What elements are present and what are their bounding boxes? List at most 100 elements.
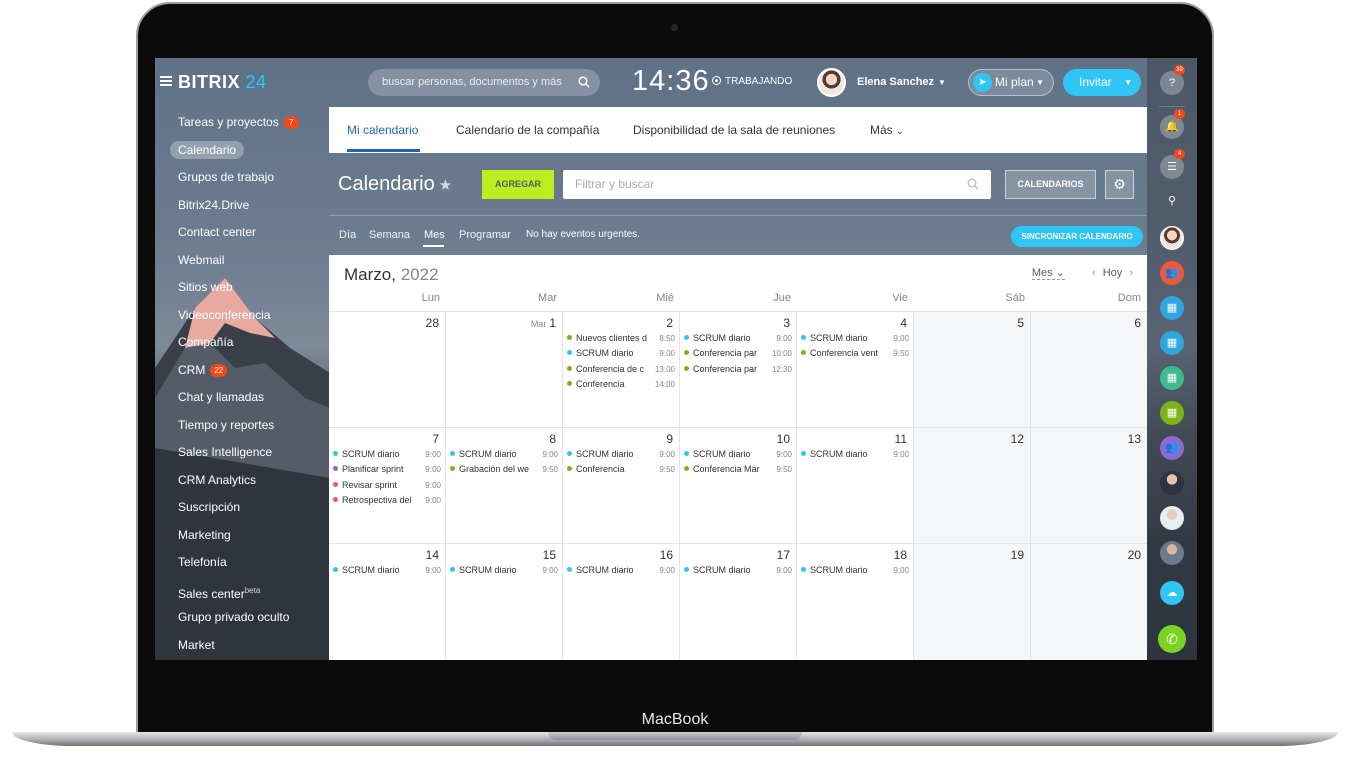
calendar-event[interactable]: SCRUM diario 9:00 (333, 563, 441, 578)
calendar-day[interactable]: 5 (914, 311, 1031, 427)
group-icon[interactable]: 👥 (1160, 261, 1184, 285)
calendar-day[interactable]: 10 SCRUM diario 9:00 Conferencia Mar 9:50 (680, 427, 797, 543)
sidebar-item[interactable]: Contact center (155, 219, 329, 247)
contact-avatar[interactable] (1160, 471, 1184, 495)
invite-button[interactable]: Invitar ▼ (1063, 69, 1141, 96)
sidebar-item[interactable]: Sales centerbeta (155, 577, 329, 605)
view-schedule[interactable]: Programar (459, 229, 511, 241)
today-button[interactable]: Hoy (1103, 267, 1123, 279)
sidebar-item[interactable]: Telefonía (155, 549, 329, 577)
calendar-event[interactable]: Retrospectiva del 9:00 (333, 493, 441, 508)
contact-avatar[interactable] (1160, 226, 1184, 250)
bell-icon[interactable]: 🔔 1 (1160, 109, 1185, 139)
sidebar-item[interactable]: Chat y llamadas (155, 384, 329, 412)
calendar-event[interactable]: Grabación del we 9:50 (450, 462, 558, 477)
tab-company-calendar[interactable]: Calendario de la compañía (456, 123, 599, 137)
contact-avatar[interactable] (1160, 541, 1184, 565)
tab-meeting-rooms[interactable]: Disponibilidad de la sala de reuniones (633, 123, 835, 137)
view-week[interactable]: Semana (369, 229, 410, 241)
user-avatar[interactable] (817, 68, 846, 97)
calendar-day[interactable]: 17 SCRUM diario 9:00 (680, 543, 797, 660)
calendar-event[interactable]: SCRUM diario 9:00 (684, 331, 792, 346)
calendar-icon[interactable]: ▦ (1160, 331, 1184, 355)
view-month[interactable]: Mes (424, 229, 445, 241)
contact-avatar[interactable] (1160, 506, 1184, 530)
calendar-day[interactable]: 14 SCRUM diario 9:00 (329, 543, 446, 660)
user-menu[interactable]: Elena Sanchez ▼ (857, 76, 946, 88)
phone-icon[interactable]: ✆ (1158, 625, 1186, 653)
filter-input[interactable]: Filtrar y buscar (563, 170, 991, 199)
calendar-day[interactable]: 18 SCRUM diario 9:00 (797, 543, 914, 660)
calendar-event[interactable]: SCRUM diario 9:00 (567, 563, 675, 578)
calendar-day[interactable]: 15 SCRUM diario 9:00 (446, 543, 563, 660)
calendar-event[interactable]: SCRUM diario 9:00 (450, 447, 558, 462)
help-icon[interactable]: ? 39 (1160, 65, 1185, 95)
calendar-event[interactable]: Conferencia de c 13:00 (567, 362, 675, 377)
sidebar-item[interactable]: Tareas y proyectos 7 (155, 109, 329, 137)
view-day[interactable]: Día (339, 229, 356, 241)
add-button[interactable]: AGREGAR (482, 170, 554, 199)
sidebar-item[interactable]: Marketing (155, 522, 329, 550)
calendar-event[interactable]: Conferencia vent 9:50 (801, 346, 909, 361)
calendar-day[interactable]: 13 (1031, 427, 1147, 543)
star-icon[interactable]: ★ (439, 177, 452, 194)
search-icon[interactable]: ⚲ (1160, 189, 1184, 213)
calendar-event[interactable]: SCRUM diario 9:00 (684, 563, 792, 578)
calendar-day[interactable]: 28 (329, 311, 446, 427)
calendar-event[interactable]: SCRUM diario 9:00 (567, 447, 675, 462)
calendar-event[interactable]: SCRUM diario 9:00 (801, 563, 909, 578)
calendar-event[interactable]: SCRUM diario 9:00 (684, 447, 792, 462)
calendar-event[interactable]: Conferencia 9:50 (567, 462, 675, 477)
calendar-event[interactable]: SCRUM diario 9:00 (567, 346, 675, 361)
clock[interactable]: 14:36 (632, 65, 710, 98)
sidebar-item[interactable]: CRM Analytics (155, 467, 329, 495)
calendar-event[interactable]: Conferencia par 10:00 (684, 346, 792, 361)
sidebar-item[interactable]: Bitrix24.Drive (155, 192, 329, 220)
plan-button[interactable]: ➤ Mi plan ▼ (968, 69, 1054, 96)
calendar-day[interactable]: 3 SCRUM diario 9:00 Conferencia par 10:00 Con… (680, 311, 797, 427)
calendar-event[interactable]: Conferencia par 12:30 (684, 362, 792, 377)
calendar-day[interactable]: 11 SCRUM diario 9:00 (797, 427, 914, 543)
group-icon[interactable]: 👥 (1160, 436, 1184, 460)
calendar-day[interactable]: 20 (1031, 543, 1147, 660)
calendar-icon[interactable]: ▦ (1160, 366, 1184, 390)
tab-more[interactable]: Más ⌄ (870, 123, 904, 137)
menu-toggle-icon[interactable] (160, 76, 172, 86)
calendar-day[interactable]: 16 SCRUM diario 9:00 (563, 543, 680, 660)
next-arrow-icon[interactable]: › (1129, 267, 1133, 279)
prev-arrow-icon[interactable]: ‹ (1092, 267, 1096, 279)
calendar-day[interactable]: 8 SCRUM diario 9:00 Grabación del we 9:50 (446, 427, 563, 543)
sidebar-item[interactable]: Grupos de trabajo (155, 164, 329, 192)
sidebar-item[interactable]: CRM 22 (155, 357, 329, 385)
calendar-day[interactable]: 12 (914, 427, 1031, 543)
calendar-day[interactable]: 4 SCRUM diario 9:00 Conferencia vent 9:50 (797, 311, 914, 427)
sidebar-item[interactable]: Calendario (155, 137, 329, 165)
calendar-event[interactable]: Nuevos clientes d 8:50 (567, 331, 675, 346)
calendar-day[interactable]: 9 SCRUM diario 9:00 Conferencia 9:50 (563, 427, 680, 543)
calendar-event[interactable]: SCRUM diario 9:00 (801, 447, 909, 462)
calendar-event[interactable]: Revisar sprint 9:00 (333, 478, 441, 493)
chat-icon[interactable]: ☰ 4 (1160, 149, 1185, 179)
calendar-event[interactable]: SCRUM diario 9:00 (333, 447, 441, 462)
sidebar-item[interactable]: Grupo privado oculto (155, 604, 329, 632)
calendar-day[interactable]: Mar 1 (446, 311, 563, 427)
calendar-day[interactable]: 19 (914, 543, 1031, 660)
global-search-input[interactable]: buscar personas, documentos y más (368, 69, 600, 96)
calendars-button[interactable]: CALENDARIOS (1005, 170, 1096, 199)
sidebar-item[interactable]: Sitios web (155, 274, 329, 302)
sync-calendar-button[interactable]: SINCRONIZAR CALENDARIO (1011, 226, 1143, 247)
calendar-event[interactable]: Conferencia Mar 9:50 (684, 462, 792, 477)
calendar-icon[interactable]: ▦ (1160, 296, 1184, 320)
calendar-day[interactable]: 6 (1031, 311, 1147, 427)
calendar-event[interactable]: Conferencia 14:00 (567, 377, 675, 392)
calendar-event[interactable]: Planificar sprint 9:00 (333, 462, 441, 477)
sidebar-item[interactable]: Compañía (155, 329, 329, 357)
calendar-day[interactable]: 7 SCRUM diario 9:00 Planificar sprint 9:00 Re… (329, 427, 446, 543)
view-select[interactable]: Mes ⌄ (1031, 267, 1065, 280)
sidebar-item[interactable]: Tiempo y reportes (155, 412, 329, 440)
work-status[interactable]: TRABAJANDO (712, 76, 792, 87)
sidebar-item[interactable]: Webmail (155, 247, 329, 275)
logo[interactable]: BITRIX 24 (178, 72, 267, 93)
calendar-day[interactable]: 2 Nuevos clientes d 8:50 SCRUM diario 9:00 Co… (563, 311, 680, 427)
cloud-chat-icon[interactable]: ☁ (1160, 581, 1184, 605)
